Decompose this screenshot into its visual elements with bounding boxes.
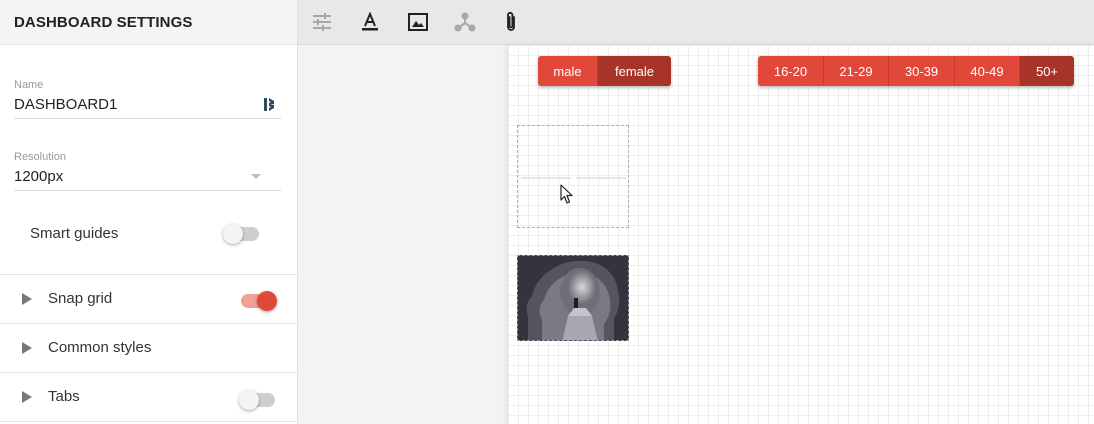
- chevron-down-icon[interactable]: [251, 174, 261, 179]
- section-common-styles[interactable]: Common styles: [0, 323, 297, 372]
- name-field: Name DASHBOARD1: [14, 79, 281, 119]
- resolution-field-label: Resolution: [14, 151, 66, 163]
- section-tabs[interactable]: Tabs: [0, 372, 297, 421]
- head-silhouette-image: [518, 256, 628, 340]
- sidebar-header: DASHBOARD SETTINGS: [0, 0, 297, 45]
- section-label: Tabs: [48, 388, 80, 405]
- image-icon[interactable]: [405, 9, 431, 35]
- toggle-knob: [239, 390, 259, 410]
- name-input[interactable]: DASHBOARD1: [14, 91, 281, 119]
- empty-widget-placeholder[interactable]: [517, 125, 629, 228]
- expand-triangle-icon[interactable]: [22, 342, 32, 354]
- attachment-icon[interactable]: [498, 9, 524, 35]
- section-snap-grid[interactable]: Snap grid: [0, 274, 297, 323]
- smart-guides-toggle[interactable]: [223, 224, 259, 244]
- filter-option-16-20[interactable]: 16-20: [758, 56, 824, 86]
- settings-sidebar: DASHBOARD SETTINGS Name DASHBOARD1 Resol…: [0, 0, 298, 424]
- resolution-field: Resolution 1200px: [14, 151, 281, 191]
- tabs-toggle[interactable]: [239, 390, 275, 410]
- name-field-label: Name: [14, 79, 44, 91]
- editor-toolbar: [298, 0, 1094, 45]
- dashboard-canvas[interactable]: [508, 45, 1094, 424]
- filter-option-40-49[interactable]: 40-49: [955, 56, 1020, 86]
- graph-icon[interactable]: [452, 9, 478, 35]
- resolution-select[interactable]: 1200px: [14, 163, 281, 191]
- image-widget[interactable]: [517, 255, 629, 341]
- toggle-knob: [223, 224, 243, 244]
- dashboard-id-icon[interactable]: [263, 97, 277, 113]
- section-label: Common styles: [48, 339, 152, 356]
- section-divider: [0, 421, 297, 422]
- gender-filter: male female: [538, 56, 671, 86]
- smart-guides-row: Smart guides: [0, 212, 297, 256]
- filter-option-21-29[interactable]: 21-29: [824, 56, 889, 86]
- filter-option-female[interactable]: female: [598, 56, 671, 86]
- name-input-value: DASHBOARD1: [14, 96, 118, 113]
- filter-option-50-plus[interactable]: 50+: [1020, 56, 1074, 86]
- section-label: Snap grid: [48, 290, 113, 307]
- snap-grid-toggle[interactable]: [241, 291, 277, 311]
- filter-option-male[interactable]: male: [538, 56, 598, 86]
- sliders-icon[interactable]: [309, 9, 335, 35]
- mouse-cursor-icon: [560, 184, 574, 210]
- toggle-knob: [257, 291, 277, 311]
- text-format-icon[interactable]: [357, 9, 383, 35]
- smart-guides-label: Smart guides: [30, 225, 119, 242]
- filter-option-30-39[interactable]: 30-39: [889, 56, 955, 86]
- sidebar-title: DASHBOARD SETTINGS: [14, 13, 193, 31]
- age-filter: 16-20 21-29 30-39 40-49 50+: [758, 56, 1074, 86]
- loading-line: [521, 177, 571, 179]
- resolution-select-value: 1200px: [14, 168, 64, 185]
- loading-line: [576, 177, 626, 179]
- expand-triangle-icon[interactable]: [22, 391, 32, 403]
- expand-triangle-icon[interactable]: [22, 293, 32, 305]
